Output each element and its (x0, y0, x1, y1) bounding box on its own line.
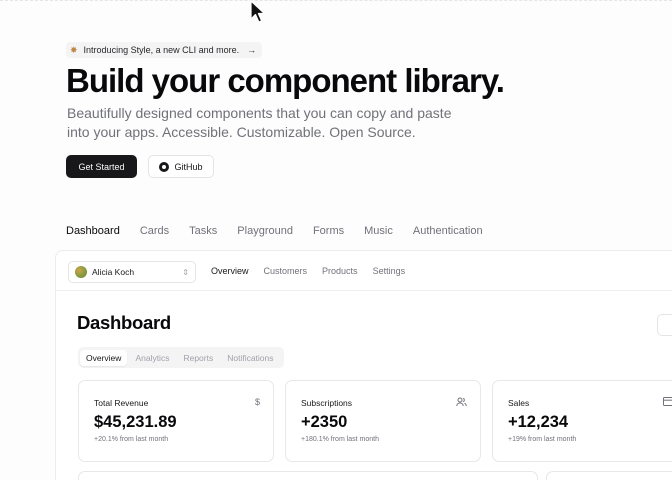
page: ✸ Introducing Style, a new CLI and more.… (0, 0, 672, 480)
date-picker-button[interactable] (657, 314, 672, 336)
announcement-text: Introducing Style, a new CLI and more. (83, 45, 240, 55)
card-change: +180.1% from last month (301, 436, 380, 443)
main-nav-settings[interactable]: Settings (373, 266, 406, 276)
get-started-button[interactable]: Get Started (66, 155, 137, 178)
sparkle-icon: ✸ (70, 44, 78, 55)
total-revenue-card: Total Revenue $ $45,231.89 +20.1% from l… (78, 380, 274, 462)
avatar (75, 266, 87, 278)
sales-card: Sales +12,234 +19% from last month (492, 380, 672, 462)
examples-nav: Dashboard Cards Tasks Playground Forms M… (66, 225, 503, 237)
examples-nav-playground[interactable]: Playground (237, 225, 293, 237)
dashboard-tabs: Overview Analytics Reports Notifications (78, 347, 284, 368)
subscriptions-card: Subscriptions +2350 +180.1% from last mo… (285, 380, 481, 462)
main-nav-customers[interactable]: Customers (264, 266, 308, 276)
github-button[interactable]: GitHub (148, 155, 214, 178)
card-value: +2350 (301, 413, 348, 431)
top-divider (0, 0, 672, 1)
hero-title: Build your component library. (66, 62, 505, 99)
overview-chart-card (78, 471, 538, 480)
card-change: +20.1% from last month (94, 436, 169, 443)
dashboard-title: Dashboard (77, 312, 171, 333)
examples-nav-authentication[interactable]: Authentication (413, 225, 483, 237)
tab-notifications[interactable]: Notifications (221, 350, 279, 366)
recent-sales-card (546, 471, 672, 480)
tab-overview[interactable]: Overview (80, 349, 128, 366)
team-name: Alicia Koch (92, 267, 135, 277)
github-button-label: GitHub (174, 161, 203, 172)
card-value: +12,234 (508, 413, 569, 431)
main-nav-products[interactable]: Products (322, 266, 358, 276)
dashboard-preview: Alicia Koch ⇕ Overview Customers Product… (55, 250, 672, 480)
card-label: Total Revenue (94, 398, 149, 408)
preview-main-nav: Overview Customers Products Settings (211, 266, 420, 276)
chevron-up-down-icon: ⇕ (182, 267, 189, 277)
announcement-link[interactable]: ✸ Introducing Style, a new CLI and more.… (66, 42, 263, 58)
examples-nav-cards[interactable]: Cards (140, 225, 169, 237)
main-nav-overview[interactable]: Overview (211, 266, 249, 276)
card-value: $45,231.89 (94, 413, 177, 431)
card-change: +19% from last month (508, 436, 577, 443)
tab-analytics[interactable]: Analytics (129, 350, 175, 366)
card-label: Sales (508, 398, 530, 408)
examples-nav-tasks[interactable]: Tasks (189, 225, 217, 237)
examples-nav-music[interactable]: Music (364, 225, 393, 237)
dollar-icon: $ (254, 397, 260, 407)
users-icon (456, 397, 467, 409)
credit-card-icon (663, 397, 672, 408)
team-switcher[interactable]: Alicia Koch ⇕ (68, 261, 196, 283)
examples-nav-dashboard[interactable]: Dashboard (66, 225, 120, 237)
arrow-right-icon: → (247, 45, 257, 55)
github-icon (159, 161, 170, 172)
examples-nav-forms[interactable]: Forms (313, 225, 344, 237)
hero-subtitle: Beautifully designed components that you… (67, 105, 452, 140)
card-label: Subscriptions (301, 398, 353, 408)
preview-topbar: Alicia Koch ⇕ Overview Customers Product… (56, 251, 672, 291)
tab-reports[interactable]: Reports (177, 350, 219, 366)
mouse-cursor-icon (250, 0, 266, 23)
